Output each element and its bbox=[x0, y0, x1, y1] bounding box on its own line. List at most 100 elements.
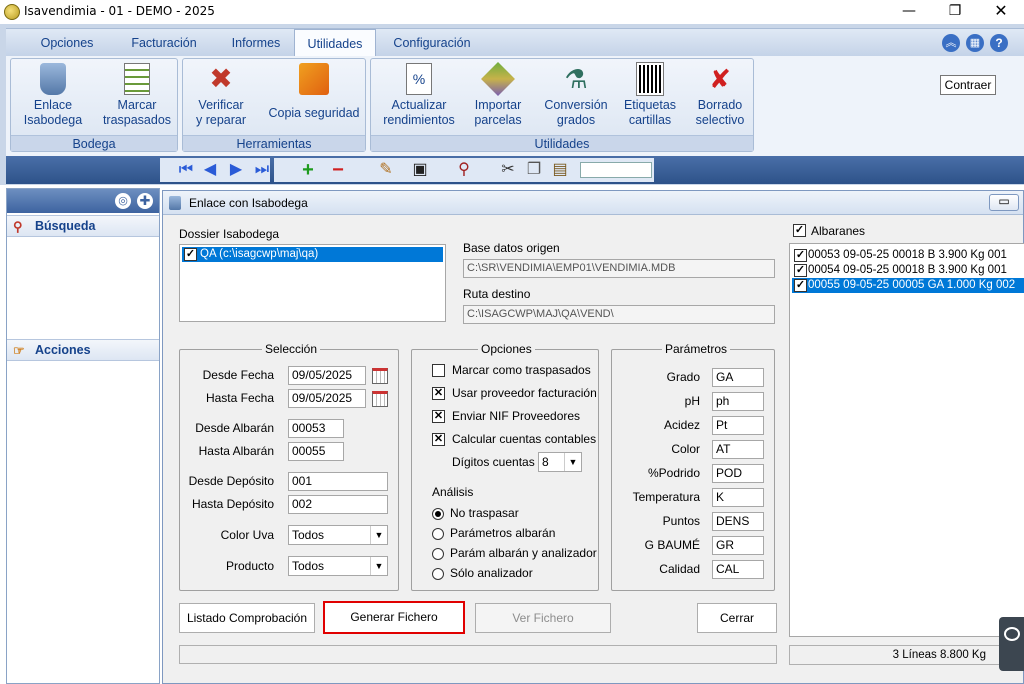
copy-icon[interactable]: ❐ bbox=[524, 160, 544, 180]
first-record-icon[interactable]: ⏮ bbox=[176, 160, 196, 180]
copia-seguridad-label: Copia seguridad bbox=[268, 106, 360, 120]
borrado-selectivo-button[interactable]: ✘ Borrado selectivo bbox=[687, 63, 753, 128]
actualizar-rendimientos-label: Actualizar rendimientos bbox=[383, 98, 455, 127]
collapse-ribbon-icon[interactable]: ︽ bbox=[942, 34, 960, 52]
usar-proveedor-checkbox[interactable]: ✕ bbox=[432, 387, 445, 400]
hasta-fecha-calendar-icon[interactable] bbox=[372, 391, 388, 407]
pin-icon[interactable]: ◎ bbox=[115, 193, 131, 209]
tab-utilidades[interactable]: Utilidades bbox=[294, 29, 376, 58]
dossier-list[interactable]: ✓ QA (c:\isagcwp\maj\qa) bbox=[179, 244, 446, 322]
ruta-destino-field[interactable]: C:\ISAGCWP\MAJ\QA\VEND\ bbox=[463, 305, 775, 324]
param-input[interactable]: DENS bbox=[712, 512, 764, 531]
side-widget[interactable] bbox=[999, 617, 1024, 671]
paste-icon[interactable]: ▤ bbox=[550, 160, 570, 180]
form-title: Enlace con Isabodega bbox=[189, 196, 308, 210]
verificar-reparar-button[interactable]: ✖ Verificar y reparar bbox=[185, 63, 257, 128]
base-datos-field[interactable]: C:\SR\VENDIMIA\EMP01\VENDIMIA.MDB bbox=[463, 259, 775, 278]
param-input[interactable]: GA bbox=[712, 368, 764, 387]
calculator-icon[interactable]: ▦ bbox=[966, 34, 984, 52]
marcar-traspasados-checkbox[interactable] bbox=[432, 364, 445, 377]
tab-configuracion[interactable]: Configuración bbox=[382, 29, 482, 57]
dossier-item-checkbox[interactable]: ✓ bbox=[184, 248, 197, 261]
albaran-checkbox[interactable]: ✓ bbox=[794, 264, 807, 277]
remove-icon[interactable]: − bbox=[328, 160, 348, 180]
list-item[interactable]: ✓ 00055 09-05-25 00005 GA 1.000 Kg 002 bbox=[792, 278, 1024, 293]
desde-albaran-input[interactable]: 00053 bbox=[288, 419, 344, 438]
param-input[interactable]: ph bbox=[712, 392, 764, 411]
add-icon[interactable]: + bbox=[298, 160, 318, 180]
albaranes-list[interactable]: ✓ 00053 09-05-25 00018 B 3.900 Kg 001 ✓ … bbox=[789, 243, 1024, 637]
desde-fecha-calendar-icon[interactable] bbox=[372, 368, 388, 384]
tab-informes[interactable]: Informes bbox=[214, 29, 298, 57]
last-record-icon[interactable]: ⏭ bbox=[252, 160, 272, 180]
albaran-checkbox[interactable]: ✓ bbox=[794, 279, 807, 292]
next-record-icon[interactable]: ▶ bbox=[226, 160, 246, 180]
marcar-traspasados-button[interactable]: Marcar traspasados bbox=[95, 63, 179, 128]
param-input[interactable]: GR bbox=[712, 536, 764, 555]
contraer-tooltip: Contraer bbox=[940, 75, 996, 95]
listado-comprobacion-button[interactable]: Listado Comprobación bbox=[179, 603, 315, 633]
enlace-isabodega-label: Enlace Isabodega bbox=[23, 98, 83, 127]
group-utilidades-label: Utilidades bbox=[371, 135, 753, 151]
radio-parametros-albaran[interactable] bbox=[432, 528, 444, 540]
desde-fecha-input[interactable]: 09/05/2025 bbox=[288, 366, 366, 385]
group-bodega-label: Bodega bbox=[11, 135, 177, 151]
conversion-grados-button[interactable]: ⚗ Conversión grados bbox=[539, 63, 613, 128]
digitos-cuentas-select[interactable]: 8 ▼ bbox=[538, 452, 582, 472]
title-bar: Isavendimia - 01 - DEMO - 2025 — ❐ ✕ bbox=[0, 0, 1024, 24]
param-label: Temperatura bbox=[632, 490, 700, 504]
search-icon[interactable]: ⚲ bbox=[454, 160, 474, 180]
maximize-button[interactable]: ❐ bbox=[932, 0, 978, 24]
menu-bar: Opciones Facturación Informes Utilidades… bbox=[6, 28, 1024, 58]
albaranes-checkbox[interactable]: ✓ bbox=[793, 224, 806, 237]
copia-seguridad-button[interactable]: Copia seguridad bbox=[261, 63, 367, 121]
list-item[interactable]: ✓ 00054 09-05-25 00018 B 3.900 Kg 001 bbox=[792, 263, 1024, 278]
acciones-header[interactable]: ☞ Acciones bbox=[7, 339, 159, 361]
enviar-nif-checkbox[interactable]: ✕ bbox=[432, 410, 445, 423]
etiquetas-cartillas-button[interactable]: Etiquetas cartillas bbox=[615, 62, 685, 128]
enlace-isabodega-button[interactable]: Enlace Isabodega bbox=[13, 63, 93, 128]
close-button[interactable]: ✕ bbox=[978, 0, 1024, 24]
color-uva-label: Color Uva bbox=[220, 528, 274, 542]
generar-fichero-button[interactable]: Generar Fichero bbox=[323, 601, 465, 634]
help-icon[interactable]: ? bbox=[990, 34, 1008, 52]
tools-icon: ✖ bbox=[209, 63, 233, 94]
param-input[interactable]: CAL bbox=[712, 560, 764, 579]
calcular-cuentas-checkbox[interactable]: ✕ bbox=[432, 433, 445, 446]
prev-record-icon[interactable]: ◀ bbox=[200, 160, 220, 180]
color-uva-select[interactable]: Todos ▼ bbox=[288, 525, 388, 545]
tab-opciones[interactable]: Opciones bbox=[30, 29, 104, 57]
param-input[interactable]: Pt bbox=[712, 416, 764, 435]
param-input[interactable]: POD bbox=[712, 464, 764, 483]
hasta-deposito-input[interactable]: 002 bbox=[288, 495, 388, 514]
ver-fichero-button[interactable]: Ver Fichero bbox=[475, 603, 611, 633]
status-bar bbox=[179, 645, 777, 664]
move-icon[interactable]: ✚ bbox=[137, 193, 153, 209]
hasta-albaran-input[interactable]: 00055 bbox=[288, 442, 344, 461]
cerrar-button[interactable]: Cerrar bbox=[697, 603, 777, 633]
busqueda-header[interactable]: ⚲ Búsqueda bbox=[7, 215, 159, 237]
importar-parcelas-button[interactable]: Importar parcelas bbox=[461, 62, 535, 128]
radio-no-traspasar[interactable] bbox=[432, 508, 444, 520]
edit-pencil-icon[interactable]: ✎ bbox=[376, 160, 396, 180]
group-bodega: Enlace Isabodega Marcar traspasados Bode… bbox=[10, 58, 178, 152]
param-input[interactable]: AT bbox=[712, 440, 764, 459]
desde-deposito-input[interactable]: 001 bbox=[288, 472, 388, 491]
cut-icon[interactable]: ✂ bbox=[498, 160, 518, 180]
dossier-item[interactable]: ✓ QA (c:\isagcwp\maj\qa) bbox=[182, 247, 443, 262]
radio-param-albaran-analizador[interactable] bbox=[432, 548, 444, 560]
tab-facturacion[interactable]: Facturación bbox=[116, 29, 212, 57]
producto-select[interactable]: Todos ▼ bbox=[288, 556, 388, 576]
toolbar-input[interactable] bbox=[580, 162, 652, 178]
list-item[interactable]: ✓ 00053 09-05-25 00018 B 3.900 Kg 001 bbox=[792, 248, 1024, 263]
radio-solo-analizador[interactable] bbox=[432, 568, 444, 580]
hasta-fecha-input[interactable]: 09/05/2025 bbox=[288, 389, 366, 408]
save-icon[interactable]: ▣ bbox=[410, 160, 430, 180]
minimize-button[interactable]: — bbox=[886, 0, 932, 24]
digitos-cuentas-value: 8 bbox=[542, 455, 549, 469]
actualizar-rendimientos-button[interactable]: % Actualizar rendimientos bbox=[373, 63, 465, 128]
minimize-form-button[interactable]: ▭ bbox=[989, 194, 1019, 211]
param-input[interactable]: K bbox=[712, 488, 764, 507]
navigation-toolbar: ⏮ ◀ ▶ ⏭ + − ✎ ▣ ⚲ ✂ ❐ ▤ bbox=[6, 156, 1024, 184]
albaran-checkbox[interactable]: ✓ bbox=[794, 249, 807, 262]
